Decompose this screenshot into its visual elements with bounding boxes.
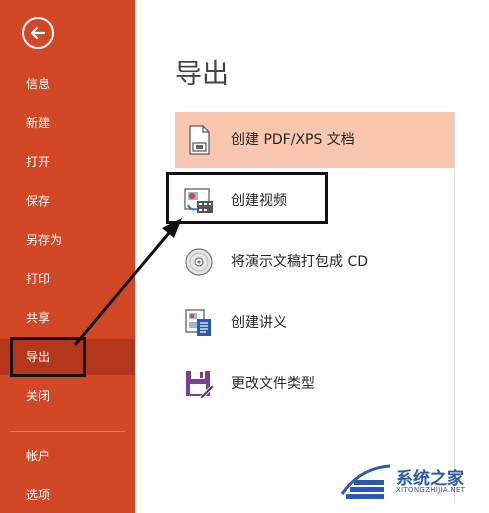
watermark-url: XITONGZHIJIA.NET bbox=[396, 486, 466, 494]
annotation-arrow-icon bbox=[73, 218, 182, 346]
watermark-logo-icon bbox=[340, 464, 391, 499]
site-watermark: 系统之家 XITONGZHIJIA.NET bbox=[340, 462, 480, 504]
